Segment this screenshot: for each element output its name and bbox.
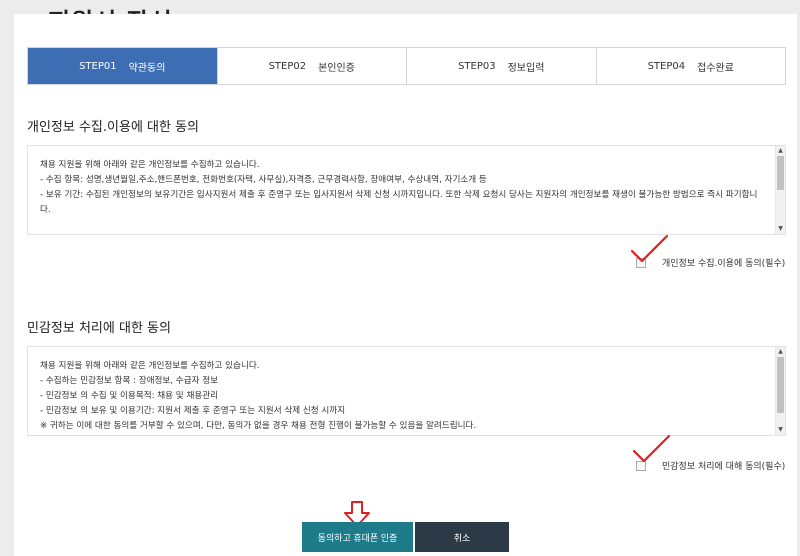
- step-2-label: 본인인증: [318, 62, 355, 74]
- step-2: STEP02 본인인증: [217, 48, 407, 84]
- privacy-terms-text: 채용 지원을 위해 아래와 같은 개인정보를 수집하고 있습니다. - 수집 항…: [28, 146, 785, 218]
- check-annotation-icon: [630, 234, 669, 263]
- scroll-up-icon[interactable]: ▲: [776, 147, 785, 155]
- privacy-consent-label[interactable]: 개인정보 수집.이용에 동의(필수): [662, 256, 785, 269]
- check-annotation-icon: [632, 434, 671, 463]
- step-3-number: STEP03: [458, 60, 496, 72]
- sensitive-terms-line: - 수집하는 민감정보 항목 : 장애정보, 수급자 정보: [40, 376, 219, 386]
- scroll-down-icon[interactable]: ▼: [776, 225, 785, 233]
- privacy-section-title: 개인정보 수집.이용에 대한 동의: [27, 120, 200, 135]
- step-4: STEP04 접수완료: [596, 48, 785, 84]
- agree-verify-button[interactable]: 동의하고 휴대폰 인증: [302, 522, 413, 552]
- sensitive-section-title: 민감정보 처리에 대한 동의: [27, 321, 171, 336]
- privacy-terms-box[interactable]: 채용 지원을 위해 아래와 같은 개인정보를 수집하고 있습니다. - 수집 항…: [27, 145, 786, 235]
- sensitive-terms-text: 채용 지원을 위해 아래와 같은 개인정보를 수집하고 있습니다. - 수집하는…: [28, 347, 785, 434]
- privacy-terms-line: - 보유 기간: 수집된 개인정보의 보유기간은 입사지원서 제출 후 준영구 …: [40, 190, 758, 215]
- step-2-number: STEP02: [268, 60, 307, 72]
- step-1-number: STEP01: [79, 60, 117, 72]
- sensitive-terms-line: 채용 지원을 위해 아래와 같은 개인정보를 수집하고 있습니다.: [40, 361, 260, 371]
- step-4-label: 접수완료: [697, 62, 734, 74]
- scroll-down-icon[interactable]: ▼: [776, 426, 785, 434]
- step-progress: STEP01 약관동의 STEP02 본인인증 STEP03 정보입력 STEP…: [27, 47, 786, 85]
- step-3-label: 정보입력: [507, 62, 545, 74]
- sensitive-terms-line: - 민감정보 의 보유 및 이용기간: 지원서 제출 후 준영구 또는 지원서 …: [40, 406, 346, 416]
- scroll-thumb[interactable]: [777, 156, 784, 190]
- step-1: STEP01 약관동의: [28, 48, 218, 84]
- cancel-button[interactable]: 취소: [415, 522, 509, 552]
- sensitive-consent-label[interactable]: 민감정보 처리에 대해 동의(필수): [662, 459, 785, 472]
- privacy-scrollbar[interactable]: ▲ ▼: [775, 146, 785, 234]
- step-1-label: 약관동의: [128, 62, 166, 74]
- application-panel: STEP01 약관동의 STEP02 본인인증 STEP03 정보입력 STEP…: [14, 14, 797, 556]
- scroll-up-icon[interactable]: ▲: [776, 348, 785, 356]
- sensitive-terms-line: - 민감정보 의 수집 및 이용목적: 채용 및 채용관리: [40, 391, 219, 401]
- step-3: STEP03 정보입력: [407, 48, 597, 84]
- sensitive-terms-line: ※ 귀하는 이에 대한 동의를 거부할 수 있으며, 다만, 동의가 없을 경우…: [40, 421, 477, 431]
- scroll-thumb[interactable]: [777, 357, 784, 413]
- step-4-number: STEP04: [647, 60, 686, 72]
- privacy-terms-line: - 수집 항목: 성명,생년월일,주소,핸드폰번호, 전화번호(자택, 사무실)…: [40, 175, 487, 185]
- sensitive-scrollbar[interactable]: ▲ ▼: [775, 347, 785, 435]
- privacy-terms-line: 채용 지원을 위해 아래와 같은 개인정보를 수집하고 있습니다.: [40, 160, 260, 170]
- sensitive-terms-box[interactable]: 채용 지원을 위해 아래와 같은 개인정보를 수집하고 있습니다. - 수집하는…: [27, 346, 786, 436]
